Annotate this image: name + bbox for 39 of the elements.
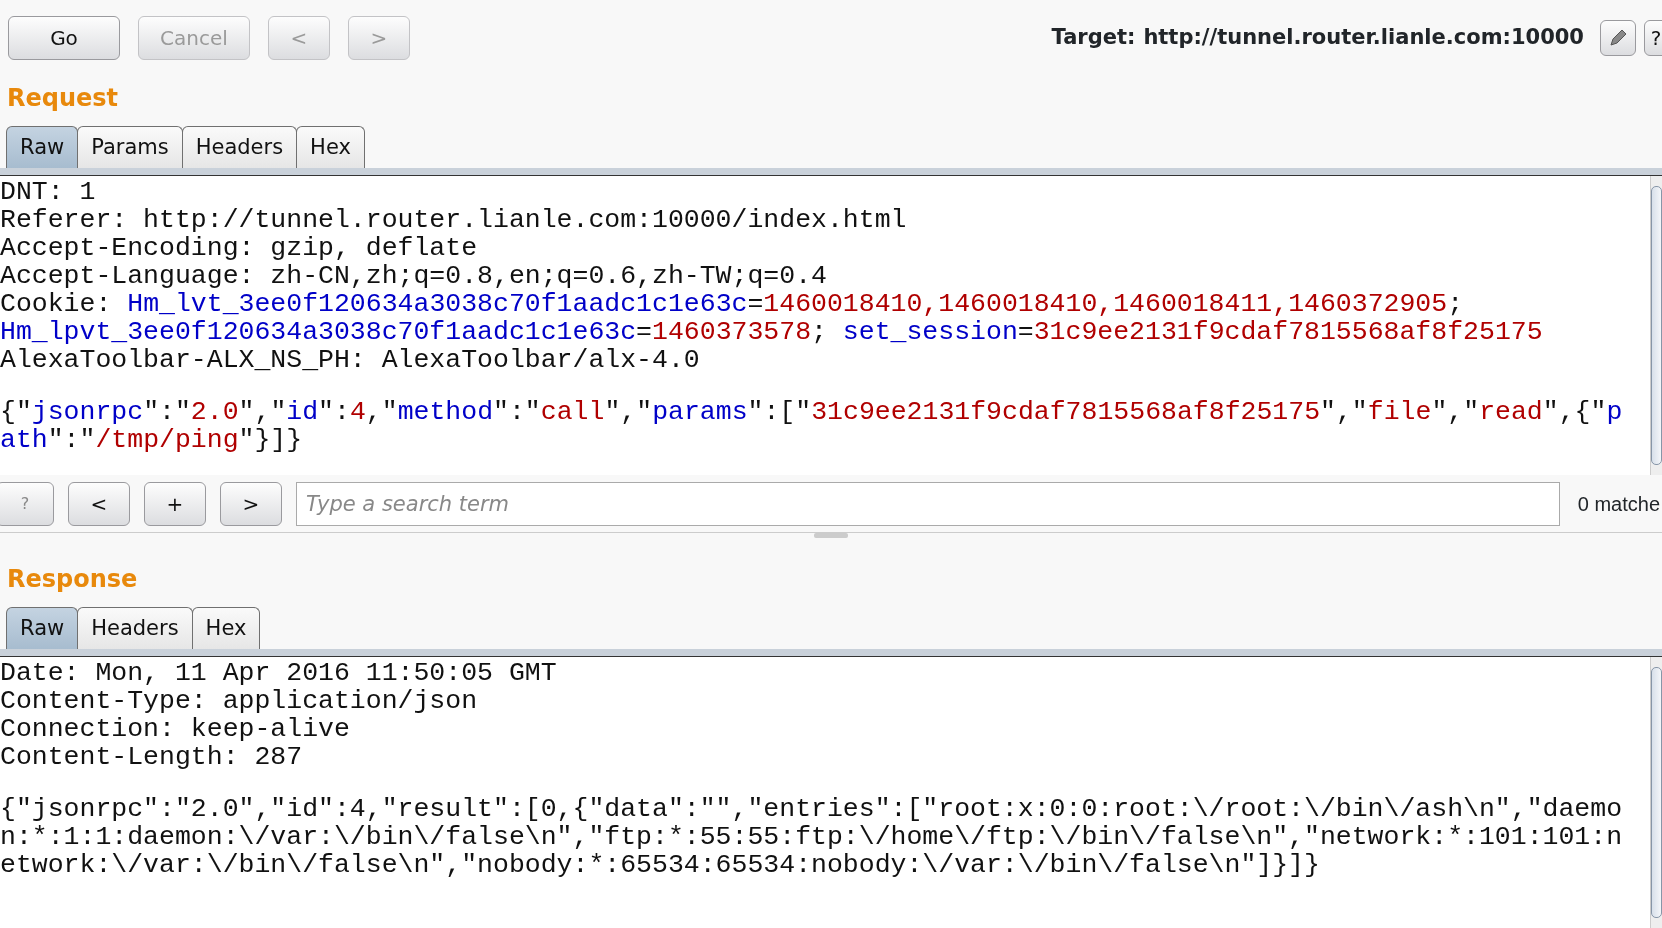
scrollbar[interactable] [1650, 657, 1662, 928]
target-label: Target: [1051, 25, 1136, 50]
splitter-handle[interactable] [814, 533, 848, 538]
tab[interactable]: Raw [6, 607, 79, 649]
search-button[interactable]: + [144, 481, 206, 526]
code-line: Connection: keep-alive [0, 715, 351, 743]
tab[interactable]: Headers [77, 607, 193, 649]
tab[interactable]: Hex [296, 126, 365, 168]
section-title: Request [6, 83, 120, 114]
target-url: http://tunnel.router.lianle.com:10000 [1143, 25, 1584, 50]
search-button[interactable]: > [220, 481, 282, 526]
code-line: AlexaToolbar-ALX_NS_PH: AlexaToolbar/alx-4.0 [0, 346, 701, 374]
search-field[interactable]: Type a search term [296, 481, 1560, 526]
search-button[interactable]: < [68, 481, 130, 526]
code-line: {"jsonrpc":"2.0","id":4,"method":"call","params":["31c9ee2131f9cdaf7815568af8f25175","file","read",{"p [0, 398, 1624, 426]
match-count: 0 matche [1576, 491, 1660, 517]
code-line: Content-Length: 287 [0, 743, 304, 771]
code-line: Cookie: Hm_lvt_3ee0f120634a3038c70f1aadc1c1e63c=1460018410,1460018410,1460018411,1460372905; [0, 290, 1465, 318]
section-title: Response [6, 564, 139, 595]
code-line: {"jsonrpc":"2.0","id":4,"result":[0,{"data":"","entries":["root:x:0:0:root:\/root:\/bin\/ash\n","daemo [0, 795, 1624, 823]
code-line: DNT: 1 [0, 178, 97, 206]
pencil-icon [1607, 27, 1629, 49]
code-line: n:*:1:1:daemon:\/var:\/bin\/false\n","ftp:*:55:55:ftp:\/home\/ftp:\/bin\/false\n","network:*:101:101:n [0, 823, 1624, 851]
code-line: Referer: http://tunnel.router.lianle.com:10000/index.html [0, 206, 908, 234]
code-line: ath":"/tmp/ping"}]} [0, 426, 304, 454]
tab[interactable]: Hex [191, 607, 261, 649]
tab[interactable]: Params [77, 126, 183, 168]
code-line: Date: Mon, 11 Apr 2016 11:50:05 GMT [0, 659, 558, 687]
code-line: Accept-Language: zh-CN,zh;q=0.8,en;q=0.6,zh-TW;q=0.4 [0, 262, 828, 290]
tab[interactable]: Raw [6, 126, 79, 168]
code-line: etwork:\/var:\/bin\/false\n","nobody:*:65534:65534:nobody:\/var:\/bin\/false\n"]}]} [0, 851, 1321, 879]
scrollbar[interactable] [1650, 176, 1662, 475]
tab[interactable]: Headers [181, 126, 298, 168]
code-line: Content-Type: application/json [0, 687, 479, 715]
code-line: Hm_lpvt_3ee0f120634a3038c70f1aadc1c1e63c=1460373578; set_session=31c9ee2131f9cdaf7815568af8f25175 [0, 318, 1544, 346]
code-line: Accept-Encoding: gzip, deflate [0, 234, 479, 262]
toolbar-button[interactable]: Go [8, 16, 120, 60]
edit-button[interactable] [1600, 20, 1636, 56]
help-button[interactable]: ? [1644, 20, 1662, 56]
